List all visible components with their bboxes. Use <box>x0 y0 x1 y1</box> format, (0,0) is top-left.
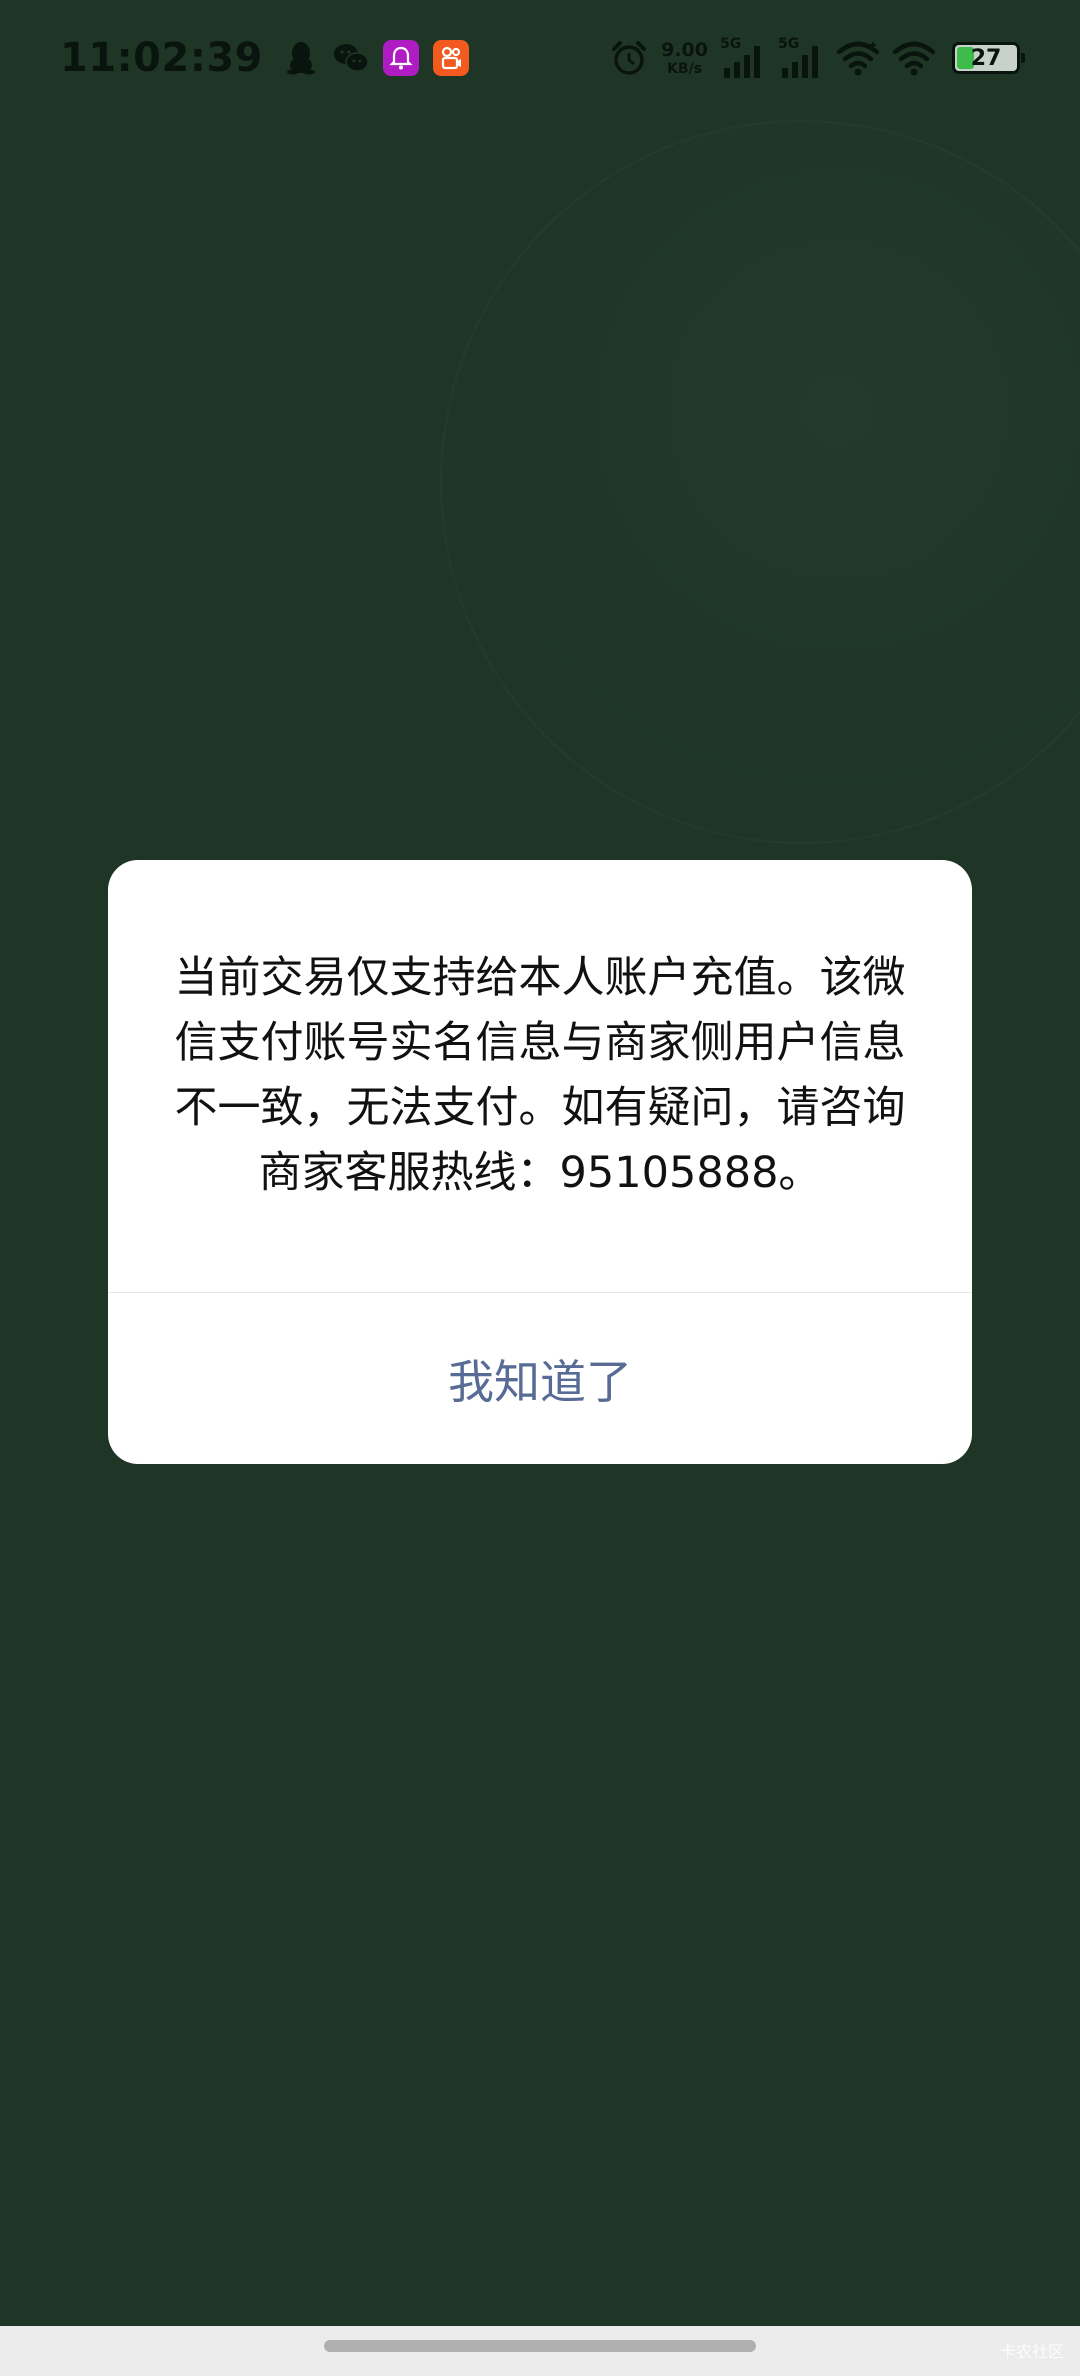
dialog-message: 当前交易仅支持给本人账户充值。该微信支付账号实名信息与商家侧用户信息不一致，无法… <box>174 953 906 1198</box>
bell-app-icon <box>382 40 419 76</box>
navigation-bar: 卡农社区 <box>0 2326 1080 2376</box>
wifi-icon <box>892 40 936 76</box>
alarm-icon <box>609 40 649 76</box>
qq-icon <box>283 40 319 76</box>
network-speed-value: 9.00 <box>661 38 708 61</box>
alert-dialog: 当前交易仅支持给本人账户充值。该微信支付账号实名信息与商家侧用户信息不一致，无法… <box>108 860 972 1464</box>
screen: 11:02:39 9.00 KB/s 5G 5G 27 当前交易仅支持给本人账户… <box>0 0 1080 2376</box>
home-indicator[interactable] <box>324 2340 756 2352</box>
wifi-icon <box>836 40 880 76</box>
network-speed-unit: KB/s <box>667 60 703 77</box>
status-bar-right: 9.00 KB/s 5G 5G 27 <box>609 30 1025 86</box>
wechat-icon <box>333 40 369 76</box>
status-time: 11:02:39 <box>60 35 263 81</box>
battery-level: 27 <box>970 45 1002 71</box>
background-decoration <box>440 120 1080 844</box>
network-speed: 9.00 KB/s <box>661 38 708 77</box>
acknowledge-button[interactable]: 我知道了 <box>108 1293 972 1464</box>
cellular-signal-2: 5G <box>778 36 824 80</box>
status-bar-left: 11:02:39 <box>60 30 469 86</box>
kuaishou-icon <box>432 40 469 76</box>
cellular-signal-1: 5G <box>720 36 766 80</box>
watermark: 卡农社区 <box>999 2342 1064 2361</box>
battery-indicator: 27 <box>952 42 1025 74</box>
status-bar: 11:02:39 9.00 KB/s 5G 5G 27 <box>0 0 1080 120</box>
